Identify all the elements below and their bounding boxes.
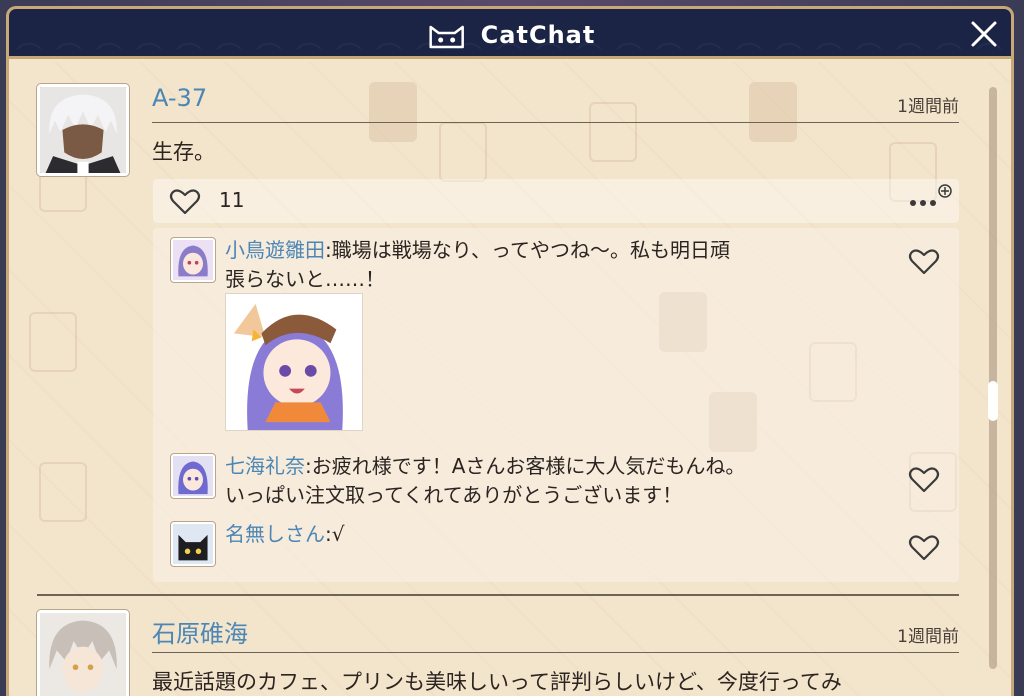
avatar[interactable] (37, 610, 129, 696)
comment-sticker[interactable] (225, 293, 363, 431)
post-text: 最近話題のカフェ、プリンも美味しいって評判らしいけど、今度行ってみ (152, 670, 842, 694)
avatar-portrait (173, 456, 213, 496)
comment-text: お疲れ様です！Aさんお客様に大人気だもんね。 (311, 454, 746, 478)
avatar-portrait (173, 240, 213, 280)
avatar[interactable] (37, 84, 129, 176)
close-button[interactable] (969, 19, 999, 49)
post-username[interactable]: 石原碓海 (152, 614, 248, 649)
post-text: 生存。 (152, 140, 215, 164)
app-title-text: CatChat (480, 21, 596, 49)
comment-separator: : (325, 522, 332, 546)
post-divider (37, 594, 959, 596)
avatar-portrait (40, 87, 126, 173)
comment-separator: : (305, 454, 312, 478)
comment-author[interactable]: 七海礼奈 (225, 454, 305, 478)
heart-icon[interactable] (907, 464, 941, 494)
heart-icon[interactable] (169, 187, 201, 215)
close-icon (971, 21, 997, 47)
post-header-divider (152, 122, 959, 123)
app-title: CatChat (425, 21, 596, 49)
comment-avatar[interactable] (171, 454, 215, 498)
post-timestamp: 1週間前 (897, 97, 959, 117)
black-cat-avatar (173, 524, 213, 564)
cat-face-icon (429, 25, 464, 49)
comment-text: √ (331, 522, 345, 546)
comment-avatar[interactable] (171, 522, 215, 566)
comment-text: いっぱい注文取ってくれてありがとうございます！ (225, 483, 683, 507)
catchat-window: CatChat A-37 1週間前 生存。 11 小鳥遊雛田:職場は戦場なり、っ… (6, 6, 1014, 696)
post-action-bar: 11 (153, 179, 959, 223)
comment-text: 張らないと……！ (225, 267, 385, 291)
comment-author[interactable]: 小鳥遊雛田 (225, 238, 325, 262)
comment-text: 職場は戦場なり、ってやつね～。私も明日頑 (331, 238, 730, 262)
comment-body: 七海礼奈:お疲れ様です！Aさんお客様に大人気だもんね。 いっぱい注文取ってくれて… (225, 452, 869, 510)
post-item: A-37 1週間前 生存。 11 小鳥遊雛田:職場は戦場なり、ってやつね～。私も… (37, 62, 959, 592)
comment-body: 名無しさん:√ (225, 520, 869, 549)
like-count: 11 (219, 188, 245, 212)
scrollbar-thumb[interactable] (988, 381, 998, 421)
post-timestamp: 1週間前 (897, 627, 959, 647)
post-username[interactable]: A-37 (152, 84, 207, 112)
comment-body: 小鳥遊雛田:職場は戦場なり、ってやつね～。私も明日頑 張らないと……！ (225, 236, 869, 294)
sticker-image (226, 294, 362, 430)
comment-list: 小鳥遊雛田:職場は戦場なり、ってやつね～。私も明日頑 張らないと……！ 七海礼奈… (153, 228, 959, 582)
comment-avatar[interactable] (171, 238, 215, 282)
post-item: 石原碓海 1週間前 最近話題のカフェ、プリンも美味しいって評判らしいけど、今度行… (37, 610, 959, 696)
comment-separator: : (325, 238, 332, 262)
post-header-divider (152, 652, 959, 653)
heart-icon[interactable] (907, 532, 941, 562)
more-options-icon[interactable] (905, 181, 953, 217)
comment-author[interactable]: 名無しさん (225, 522, 325, 546)
scrollbar[interactable] (988, 87, 998, 669)
feed-content[interactable]: A-37 1週間前 生存。 11 小鳥遊雛田:職場は戦場なり、ってやつね～。私も… (9, 62, 1011, 696)
heart-icon[interactable] (907, 246, 941, 276)
avatar-portrait (40, 613, 126, 696)
title-bar: CatChat (9, 9, 1011, 59)
